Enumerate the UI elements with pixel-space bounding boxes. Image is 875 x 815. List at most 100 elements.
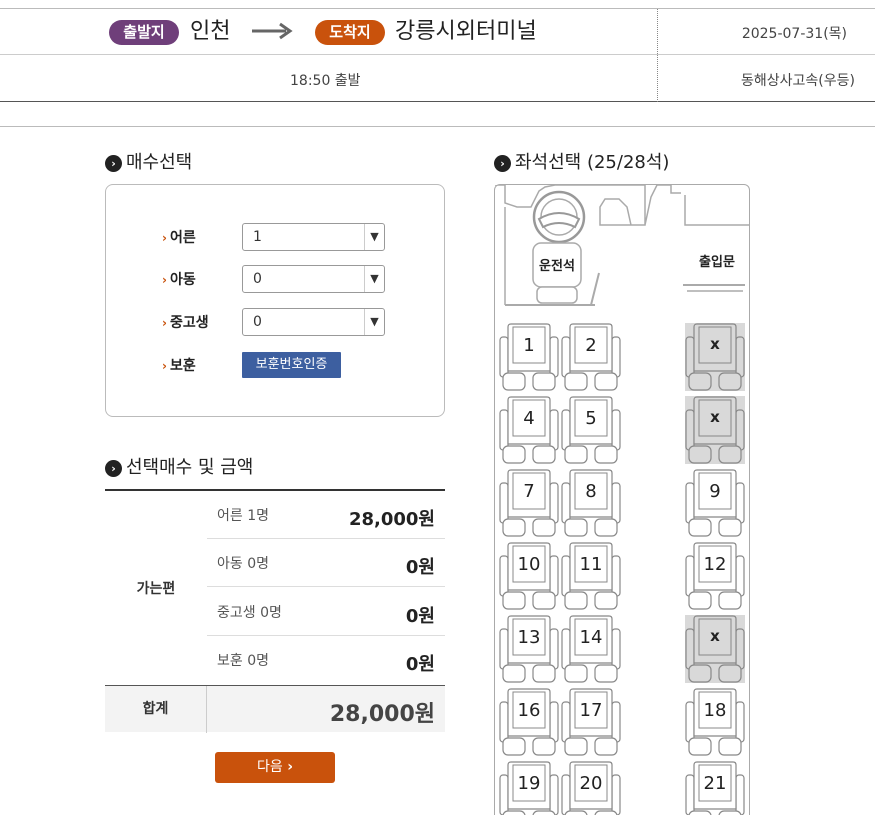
seat-number: 19 bbox=[517, 773, 541, 794]
seat-icon bbox=[685, 323, 745, 391]
chevron-circle-icon: › bbox=[494, 154, 511, 172]
seat-number: 11 bbox=[579, 554, 603, 575]
marker-icon: › bbox=[162, 316, 167, 330]
departure-city: 인천 bbox=[190, 19, 231, 44]
seat[interactable]: 14 bbox=[561, 615, 621, 685]
child-count-select[interactable]: 0 ▼ bbox=[242, 265, 385, 293]
door-label: 출입문 bbox=[699, 255, 735, 270]
summary-row-amount: 0원 bbox=[405, 557, 435, 578]
seat-icon bbox=[499, 323, 559, 391]
count-section-title: › 매수선택 bbox=[105, 152, 192, 174]
seat[interactable]: 7 bbox=[499, 469, 559, 539]
seat-number: 16 bbox=[517, 700, 541, 721]
child-label: 아동 bbox=[169, 272, 196, 288]
seat-icon bbox=[561, 396, 621, 464]
arrival-city: 강릉시외터미널 bbox=[395, 19, 537, 44]
seat[interactable]: 8 bbox=[561, 469, 621, 539]
seat-icon bbox=[685, 396, 745, 464]
seat-icon bbox=[561, 323, 621, 391]
seat-number: 17 bbox=[579, 700, 603, 721]
seat[interactable]: 9 bbox=[685, 469, 745, 539]
seat-icon bbox=[499, 469, 559, 537]
seat[interactable]: 16 bbox=[499, 688, 559, 758]
seat-icon bbox=[561, 542, 621, 610]
chevron-right-icon: › bbox=[287, 759, 293, 775]
count-row-student: › 중고생 0 ▼ bbox=[162, 308, 385, 336]
seat-number: 20 bbox=[579, 773, 603, 794]
summary-row: 중고생 0명 0원 bbox=[207, 588, 445, 636]
count-label: › 아동 bbox=[162, 269, 242, 289]
seat-map: 운전석 출입문 1 2 x 4 5 x 7 8 9 10 11 12 13 14 x 16 17 18 19 20 21 bbox=[494, 184, 750, 815]
child-count-value: 0 bbox=[253, 271, 262, 287]
seat[interactable]: 1 bbox=[499, 323, 559, 393]
summary-row: 보훈 0명 0원 bbox=[207, 636, 445, 684]
veteran-label: 보훈 bbox=[169, 358, 196, 374]
summary-section-title-text: 선택매수 및 금액 bbox=[126, 457, 254, 478]
count-section-title-text: 매수선택 bbox=[126, 152, 193, 173]
bus-company: 동해상사고속(우등) bbox=[741, 73, 855, 89]
seat[interactable]: 12 bbox=[685, 542, 745, 612]
seat-number: 14 bbox=[579, 627, 603, 648]
seat[interactable]: 21 bbox=[685, 761, 745, 815]
seat[interactable]: 13 bbox=[499, 615, 559, 685]
summary-row-name: 중고생 0명 bbox=[217, 605, 282, 621]
seat-icon bbox=[561, 615, 621, 683]
seat[interactable]: 19 bbox=[499, 761, 559, 815]
seat-section-title: › 좌석선택 (25/28석) bbox=[494, 152, 669, 174]
student-count-select[interactable]: 0 ▼ bbox=[242, 308, 385, 336]
seat-icon bbox=[685, 469, 745, 537]
route-info: 출발지 인천 도착지 강릉시외터미널 2025-07-31(목) 18:50 출… bbox=[0, 8, 875, 102]
count-row-adult: › 어른 1 ▼ bbox=[162, 223, 385, 251]
seat-number: 18 bbox=[703, 700, 727, 721]
seat-section-title-text: 좌석선택 (25/28석) bbox=[515, 152, 670, 173]
driver-label: 운전석 bbox=[539, 259, 575, 274]
seat-icon bbox=[499, 688, 559, 756]
total-amount: 28,000원 bbox=[329, 702, 435, 727]
page: 출발지 인천 도착지 강릉시외터미널 2025-07-31(목) 18:50 출… bbox=[0, 0, 875, 815]
veteran-verify-button[interactable]: 보훈번호인증 bbox=[242, 352, 341, 378]
route-row: 출발지 인천 도착지 강릉시외터미널 2025-07-31(목) bbox=[0, 9, 875, 55]
seat-icon bbox=[499, 615, 559, 683]
seat-number: x bbox=[710, 627, 720, 645]
summary-row: 어른 1명 28,000원 bbox=[207, 491, 445, 539]
seat-number: 5 bbox=[585, 408, 597, 429]
seat-number: 7 bbox=[523, 481, 535, 502]
seat-icon bbox=[685, 688, 745, 756]
summary-row-amount: 0원 bbox=[405, 654, 435, 675]
column-divider bbox=[657, 9, 658, 102]
count-label: › 보훈 bbox=[162, 355, 242, 375]
seat[interactable]: 5 bbox=[561, 396, 621, 466]
seat-taken: x bbox=[685, 615, 745, 685]
seat-number: 2 bbox=[585, 335, 597, 356]
summary-row: 아동 0명 0원 bbox=[207, 539, 445, 587]
departure-badge: 출발지 bbox=[109, 20, 179, 45]
seat[interactable]: 10 bbox=[499, 542, 559, 612]
total-label: 합계 bbox=[105, 686, 207, 733]
adult-count-select[interactable]: 1 ▼ bbox=[242, 223, 385, 251]
seat-number: 12 bbox=[703, 554, 727, 575]
seat-number: 10 bbox=[517, 554, 541, 575]
seat-number: 13 bbox=[517, 627, 541, 648]
departure-time: 18:50 출발 bbox=[290, 73, 361, 89]
total-row: 합계 28,000원 bbox=[105, 685, 445, 733]
ticket-count-box: › 어른 1 ▼ › 아동 0 ▼ › 중고생 0 ▼ › 보훈 보훈번호인증 bbox=[105, 184, 445, 417]
summary-section-title: › 선택매수 및 금액 bbox=[105, 457, 253, 479]
seat-number: 21 bbox=[703, 773, 727, 794]
seat[interactable]: 18 bbox=[685, 688, 745, 758]
marker-icon: › bbox=[162, 273, 167, 287]
seat[interactable]: 17 bbox=[561, 688, 621, 758]
seat[interactable]: 2 bbox=[561, 323, 621, 393]
direction-label: 가는편 bbox=[136, 581, 176, 597]
count-row-veteran: › 보훈 보훈번호인증 bbox=[162, 351, 341, 379]
marker-icon: › bbox=[162, 359, 167, 373]
seat[interactable]: 20 bbox=[561, 761, 621, 815]
next-button[interactable]: 다음 › bbox=[215, 752, 335, 783]
seat[interactable]: 4 bbox=[499, 396, 559, 466]
summary-row-name: 보훈 0명 bbox=[217, 653, 269, 669]
seat-number: 1 bbox=[523, 335, 535, 356]
adult-count-value: 1 bbox=[253, 229, 262, 245]
seat[interactable]: 11 bbox=[561, 542, 621, 612]
summary-row-name: 어른 1명 bbox=[217, 508, 269, 524]
seat-icon bbox=[561, 469, 621, 537]
steering-wheel-icon bbox=[532, 190, 586, 244]
